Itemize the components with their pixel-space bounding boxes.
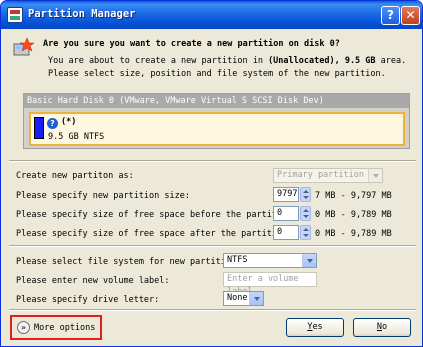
partition-type-value: Primary partition xyxy=(277,170,364,180)
after-label: Please specify size of free space after … xyxy=(16,229,293,239)
file-system-value: NTFS xyxy=(227,255,248,265)
description-line2: Please select size, position and file sy… xyxy=(48,69,386,79)
expand-chevron-icon: » xyxy=(17,321,30,334)
after-value: 0 xyxy=(277,227,283,237)
before-spinner[interactable] xyxy=(300,206,311,221)
yes-label-rest: es xyxy=(312,322,323,332)
disk-map: Basic Hard Disk 0 (VMware, VMware Virtua… xyxy=(23,93,410,149)
before-input[interactable]: 0 xyxy=(273,206,299,221)
partition-manager-dialog: Partition Manager ? ✕ Are you sure you w… xyxy=(0,0,423,347)
more-options-button[interactable]: » More options xyxy=(10,315,102,340)
drive-letter-value: None xyxy=(227,293,248,303)
volume-label-input[interactable]: Enter a volume label xyxy=(223,272,317,297)
before-value: 0 xyxy=(277,208,283,218)
description-prefix: You are about to create a new partition … xyxy=(48,56,269,66)
confirmation-question: Are you sure you want to create a new pa… xyxy=(43,39,340,49)
size-value: 9797 xyxy=(277,189,298,199)
chevron-down-icon xyxy=(302,254,316,267)
after-spinner[interactable] xyxy=(300,225,311,240)
separator xyxy=(9,309,416,311)
chevron-down-icon xyxy=(249,292,263,305)
question-icon: ? xyxy=(47,118,58,129)
size-range: 7 MB - 9,797 MB xyxy=(315,191,392,201)
app-icon xyxy=(7,7,23,23)
file-system-select[interactable]: NTFS xyxy=(223,253,317,268)
size-spinner[interactable] xyxy=(300,187,311,202)
window-title: Partition Manager xyxy=(28,8,136,20)
partition-size: 9.5 GB NTFS xyxy=(48,132,105,142)
description-suffix: area. xyxy=(375,56,407,66)
after-input[interactable]: 0 xyxy=(273,225,299,240)
partition-name: (*) xyxy=(61,117,77,127)
after-range: 0 MB - 9,789 MB xyxy=(315,229,392,239)
description: You are about to create a new partition … xyxy=(48,55,406,81)
close-button[interactable]: ✕ xyxy=(401,6,420,25)
help-button[interactable]: ? xyxy=(381,6,400,25)
partition-type-label: Create new partiton as: xyxy=(16,171,134,181)
partition-color-bar xyxy=(34,117,44,139)
size-label: Please specify new partition size: xyxy=(16,191,190,201)
title-bar[interactable]: Partition Manager ? ✕ xyxy=(1,1,422,29)
chevron-down-icon xyxy=(368,169,382,182)
no-label-rest: o xyxy=(382,322,388,332)
drive-letter-label: Please specify drive letter: xyxy=(16,295,160,305)
disk-header: Basic Hard Disk 0 (VMware, VMware Virtua… xyxy=(24,94,409,108)
yes-button[interactable]: Yes xyxy=(286,318,344,337)
drive-letter-select[interactable]: None xyxy=(223,291,264,306)
partition-type-select[interactable]: Primary partition xyxy=(273,168,383,183)
new-partition-block[interactable]: ? (*) 9.5 GB NTFS xyxy=(29,112,405,146)
separator xyxy=(9,160,416,162)
file-system-label: Please select file system for new partit… xyxy=(16,257,242,267)
more-options-label: More options xyxy=(34,323,96,333)
before-label: Please specify size of free space before… xyxy=(16,210,298,220)
unallocated-area: (Unallocated), 9.5 GB xyxy=(268,56,376,66)
before-range: 0 MB - 9,789 MB xyxy=(315,210,392,220)
volume-label-label: Please enter new volume label: xyxy=(16,276,170,286)
warning-icon xyxy=(13,37,34,56)
separator xyxy=(9,245,416,247)
size-input[interactable]: 9797 xyxy=(273,187,299,202)
no-button[interactable]: No xyxy=(353,318,411,337)
